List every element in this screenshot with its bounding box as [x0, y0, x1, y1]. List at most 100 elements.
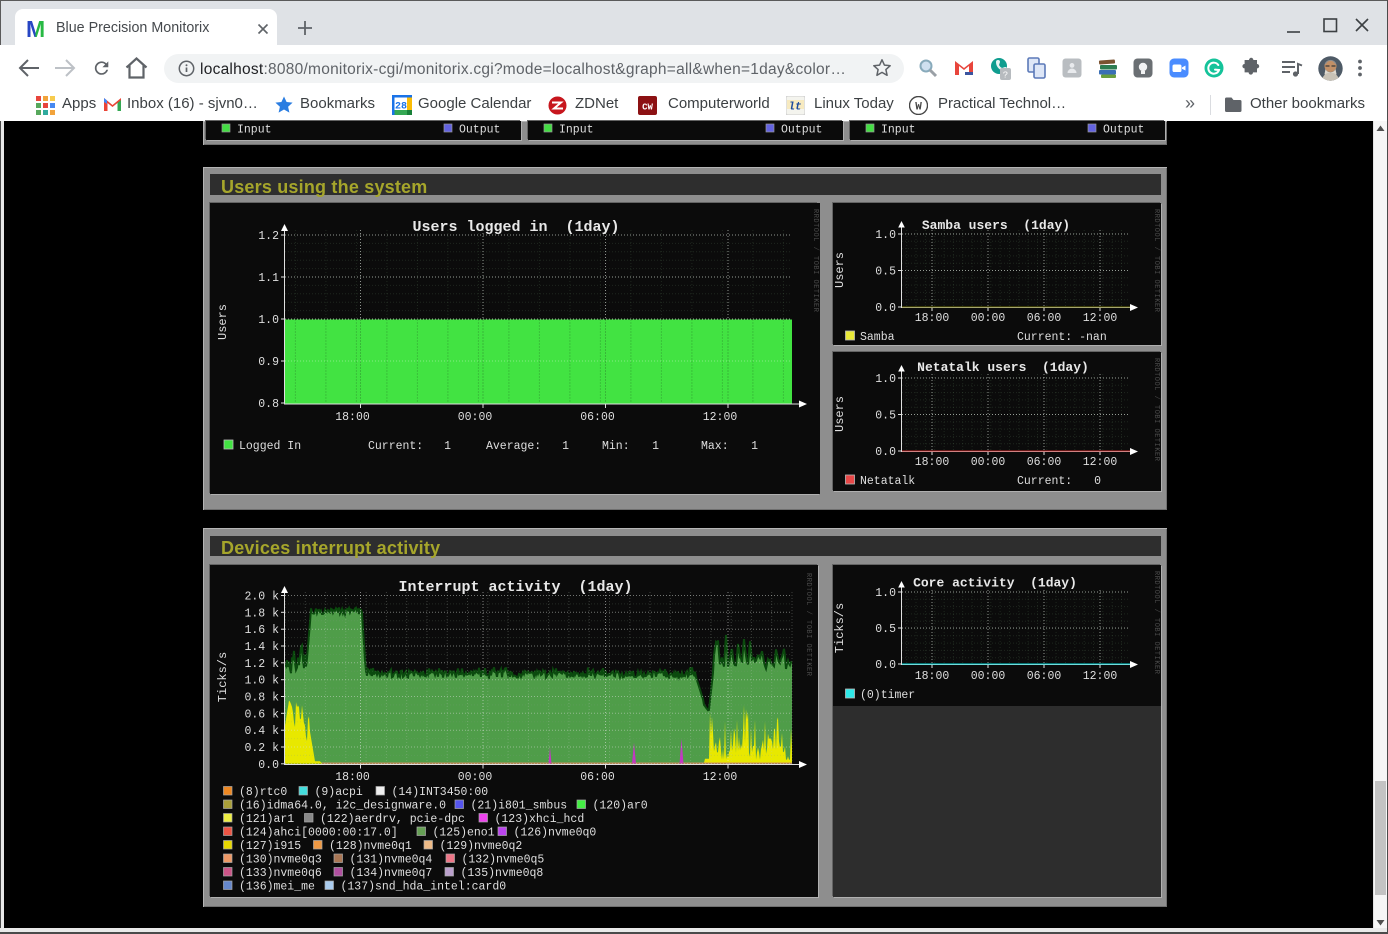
svg-text:06:00: 06:00 — [1027, 456, 1062, 469]
svg-text:18:00: 18:00 — [335, 771, 370, 784]
svg-text:1.2: 1.2 — [258, 230, 279, 243]
svg-text:12:00: 12:00 — [1083, 456, 1118, 469]
svg-text:0.8: 0.8 — [258, 398, 279, 411]
svg-text:00:00: 00:00 — [458, 771, 493, 784]
svg-text:06:00: 06:00 — [580, 411, 615, 424]
svg-text:RRDTOOL / TOBI OETIKER: RRDTOOL / TOBI OETIKER — [1152, 358, 1160, 462]
svg-text:0.0: 0.0 — [875, 302, 896, 315]
svg-text:Users: Users — [833, 252, 847, 288]
svg-text:18:00: 18:00 — [915, 312, 950, 325]
svg-text:(124)ahci[0000:00:17.0]: (124)ahci[0000:00:17.0] — [239, 827, 398, 840]
svg-text:(133)nvme0q6: (133)nvme0q6 — [239, 867, 322, 880]
svg-text:Users: Users — [216, 304, 230, 340]
svg-text:06:00: 06:00 — [1027, 312, 1062, 325]
svg-text:12:00: 12:00 — [703, 771, 738, 784]
svg-text:1.2 k: 1.2 k — [244, 658, 279, 671]
svg-text:(9)acpi: (9)acpi — [315, 786, 363, 799]
svg-text:18:00: 18:00 — [915, 456, 950, 469]
svg-text:(134)nvme0q7: (134)nvme0q7 — [350, 867, 433, 880]
svg-text:0: 0 — [1094, 475, 1101, 488]
svg-text:Logged In: Logged In — [239, 440, 301, 453]
svg-text:RRDTOOL / TOBI OETIKER: RRDTOOL / TOBI OETIKER — [1152, 571, 1160, 675]
svg-text:12:00: 12:00 — [703, 411, 738, 424]
svg-text:0.2 k: 0.2 k — [244, 742, 279, 755]
svg-text:Samba: Samba — [860, 331, 895, 344]
svg-text:0.0: 0.0 — [258, 759, 279, 772]
svg-text:1.0: 1.0 — [258, 314, 279, 327]
svg-text:18:00: 18:00 — [335, 411, 370, 424]
svg-text:12:00: 12:00 — [1083, 312, 1118, 325]
svg-text:(126)nvme0q0: (126)nvme0q0 — [514, 827, 597, 840]
svg-text:Max:: Max: — [701, 440, 729, 453]
svg-text:0.4 k: 0.4 k — [244, 725, 279, 738]
svg-text:1: 1 — [562, 440, 569, 453]
svg-text:1.0: 1.0 — [875, 373, 896, 386]
svg-text:06:00: 06:00 — [580, 771, 615, 784]
svg-text:(8)rtc0: (8)rtc0 — [239, 786, 287, 799]
svg-text:(120)ar0: (120)ar0 — [593, 800, 648, 813]
svg-text:Ticks/s: Ticks/s — [833, 603, 847, 653]
svg-text:06:00: 06:00 — [1027, 670, 1062, 683]
svg-text:Input: Input — [559, 124, 594, 137]
svg-text:(121)ar1: (121)ar1 — [239, 813, 294, 826]
svg-text:Input: Input — [881, 124, 916, 137]
svg-text:1: 1 — [652, 440, 659, 453]
svg-text:0.6 k: 0.6 k — [244, 708, 279, 721]
svg-text:lt: lt — [788, 102, 801, 114]
svg-text:1.8 k: 1.8 k — [244, 607, 279, 620]
svg-text:1.1: 1.1 — [258, 272, 279, 285]
svg-text:(122)aerdrv, pcie-dpc: (122)aerdrv, pcie-dpc — [320, 813, 465, 826]
svg-text:1.0: 1.0 — [875, 587, 896, 600]
svg-text:(125)eno1: (125)eno1 — [433, 827, 495, 840]
svg-text:(131)nvme0q4: (131)nvme0q4 — [350, 854, 433, 867]
svg-text:00:00: 00:00 — [458, 411, 493, 424]
svg-text:Netatalk users (1day): Netatalk users (1day) — [917, 360, 1089, 375]
svg-text:(135)nvme0q8: (135)nvme0q8 — [461, 867, 544, 880]
svg-text:0.8 k: 0.8 k — [244, 692, 279, 705]
svg-text:00:00: 00:00 — [971, 670, 1006, 683]
svg-text:(132)nvme0q5: (132)nvme0q5 — [462, 854, 545, 867]
svg-text:(21)i801_smbus: (21)i801_smbus — [471, 800, 568, 813]
svg-text:?: ? — [1003, 71, 1008, 81]
svg-text:CW: CW — [642, 103, 653, 113]
svg-text:Output: Output — [1103, 124, 1144, 137]
svg-text:2.0 k: 2.0 k — [244, 591, 279, 604]
svg-text:Current:: Current: — [1017, 475, 1072, 488]
svg-text:RRDTOOL / TOBI OETIKER: RRDTOOL / TOBI OETIKER — [804, 573, 812, 677]
svg-text:00:00: 00:00 — [971, 456, 1006, 469]
svg-text:Output: Output — [459, 124, 500, 137]
svg-text:Current:: Current: — [368, 440, 423, 453]
svg-text:(128)nvme0q1: (128)nvme0q1 — [329, 840, 412, 853]
svg-text:Interrupt activity (1day): Interrupt activity (1day) — [398, 579, 632, 596]
svg-text:Core activity (1day): Core activity (1day) — [913, 576, 1077, 591]
svg-text:12:00: 12:00 — [1083, 670, 1118, 683]
svg-text:Ticks/s: Ticks/s — [216, 652, 230, 702]
svg-text:0.9: 0.9 — [258, 356, 279, 369]
svg-text:(14)INT3450:00: (14)INT3450:00 — [392, 786, 489, 799]
svg-text:1: 1 — [444, 440, 451, 453]
svg-text:Current: -nan: Current: -nan — [1017, 331, 1107, 344]
svg-text:Average:: Average: — [486, 440, 541, 453]
svg-text:1: 1 — [751, 440, 758, 453]
svg-text:Min:: Min: — [602, 440, 630, 453]
svg-text:Output: Output — [781, 124, 822, 137]
svg-text:1.0: 1.0 — [875, 229, 896, 242]
svg-text:Users: Users — [833, 396, 847, 432]
svg-text:1.0 k: 1.0 k — [244, 675, 279, 688]
svg-text:00:00: 00:00 — [971, 312, 1006, 325]
svg-text:(129)nvme0q2: (129)nvme0q2 — [440, 840, 523, 853]
svg-text:RRDTOOL / TOBI OETIKER: RRDTOOL / TOBI OETIKER — [1152, 209, 1160, 313]
svg-text:(136)mei_me: (136)mei_me — [239, 881, 315, 894]
svg-text:0.5: 0.5 — [875, 623, 896, 636]
svg-text:Users logged in (1day): Users logged in (1day) — [412, 219, 619, 236]
svg-text:RRDTOOL / TOBI OETIKER: RRDTOOL / TOBI OETIKER — [811, 209, 819, 313]
svg-text:0.5: 0.5 — [875, 410, 896, 423]
svg-text:0.0: 0.0 — [875, 659, 896, 672]
svg-text:(130)nvme0q3: (130)nvme0q3 — [239, 854, 322, 867]
svg-text:W: W — [915, 102, 922, 114]
svg-text:1.4 k: 1.4 k — [244, 641, 279, 654]
svg-text:(16)idma64.0, i2c_designware.0: (16)idma64.0, i2c_designware.0 — [239, 800, 446, 813]
svg-text:28: 28 — [395, 102, 407, 113]
svg-text:Input: Input — [237, 124, 272, 137]
svg-text:(137)snd_hda_intel:card0: (137)snd_hda_intel:card0 — [341, 881, 507, 894]
